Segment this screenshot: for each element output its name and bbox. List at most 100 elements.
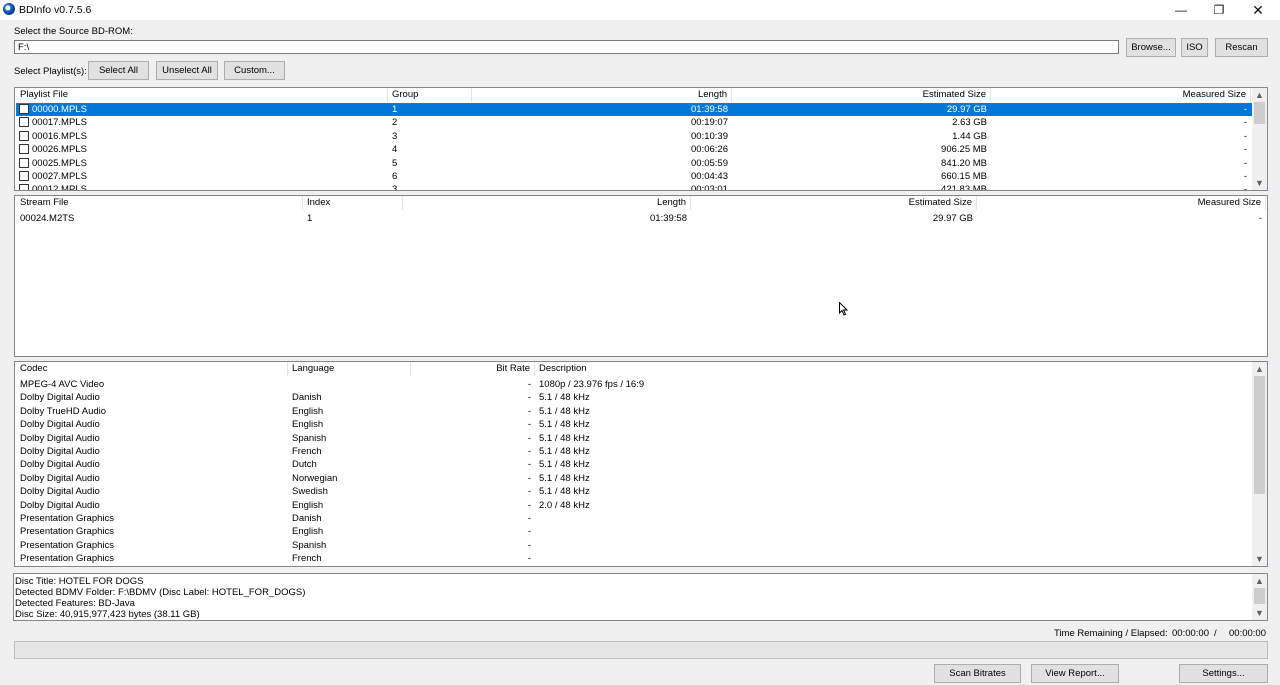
codec-row[interactable]: Dolby TrueHD Audio English -5.1 / 48 kHz [16,405,1252,418]
codec-name: Dolby Digital Audio [20,446,100,457]
playlist-checkbox[interactable] [19,130,29,141]
playlist-checkbox[interactable] [19,144,29,155]
codec-row[interactable]: Dolby Digital Audio Spanish -5.1 / 48 kHz [16,432,1252,445]
codec-name: Dolby Digital Audio [20,499,100,511]
codec-language: French [292,446,322,457]
codec-language: Spanish [292,432,327,444]
codec-name: Dolby Digital Audio [20,472,100,484]
view-report-button[interactable]: View Report... [1031,664,1119,683]
codec-row[interactable]: Presentation Graphics Danish - [16,512,1252,525]
minimize-icon[interactable]: — [1162,0,1200,20]
codec-name: Dolby Digital Audio [20,432,100,444]
scroll-thumb[interactable] [1254,376,1265,494]
col-stream-length[interactable]: Length [403,196,691,210]
settings-button[interactable]: Settings... [1179,664,1268,683]
codec-row[interactable]: Dolby Digital Audio Swedish -5.1 / 48 kHz [16,485,1252,498]
codec-description: 5.1 / 48 kHz [539,419,590,431]
codec-name: Dolby Digital Audio [20,459,100,471]
stream-row[interactable]: 00024.M2TS 1 01:39:58 29.97 GB - [16,212,1266,225]
scroll-up-icon[interactable]: ▲ [1252,574,1267,588]
codec-language: Danish [292,513,322,524]
select-all-button[interactable]: Select All [88,61,149,80]
codec-row[interactable]: Dolby Digital Audio English -2.0 / 48 kHz [16,499,1252,512]
playlist-row[interactable]: 00000.MPLS 1 01:39:58 29.97 GB - [16,103,1252,117]
scroll-down-icon[interactable]: ▼ [1252,552,1267,566]
iso-button[interactable]: ISO [1181,38,1208,57]
playlist-estimated-size: 841.20 MB [941,157,987,169]
restore-icon[interactable]: ❐ [1200,0,1238,20]
codec-description: 5.1 / 48 kHz [539,446,590,457]
playlist-table[interactable]: Playlist File Group Length Estimated Siz… [14,87,1268,191]
playlist-length: 00:06:26 [691,144,728,156]
col-length[interactable]: Length [472,88,732,102]
codec-row[interactable]: Dolby Digital Audio Danish -5.1 / 48 kHz [16,391,1252,404]
col-index[interactable]: Index [303,196,403,210]
col-stream-estimated-size[interactable]: Estimated Size [691,196,977,210]
col-stream-measured-size[interactable]: Measured Size [977,196,1266,210]
codec-row[interactable]: Presentation Graphics English - [16,525,1252,538]
scroll-thumb[interactable] [1254,588,1265,604]
playlist-file-cell: 00000.MPLS [19,103,389,116]
stream-table[interactable]: Stream File Index Length Estimated Size … [14,195,1268,357]
scroll-up-icon[interactable]: ▲ [1252,362,1267,376]
codec-language: French [292,553,322,565]
codec-scrollbar[interactable]: ▲ ▼ [1252,362,1267,566]
codec-row[interactable]: Dolby Digital Audio English -5.1 / 48 kHz [16,418,1252,431]
scroll-thumb[interactable] [1254,102,1265,124]
playlist-group: 3 [392,184,398,191]
codec-bit-rate: - [527,539,531,551]
scroll-up-icon[interactable]: ▲ [1252,88,1267,102]
rescan-button[interactable]: Rescan [1215,38,1268,57]
playlist-file-cell: 00026.MPLS [19,143,389,156]
col-playlist-file[interactable]: Playlist File [16,88,388,102]
codec-row[interactable]: Dolby Digital Audio Dutch -5.1 / 48 kHz [16,458,1252,471]
codec-row[interactable]: Presentation Graphics Spanish - [16,539,1252,552]
codec-row[interactable]: Dolby Digital Audio French -5.1 / 48 kHz [16,445,1252,458]
browse-button[interactable]: Browse... [1126,38,1176,57]
playlist-row[interactable]: 00026.MPLS 4 00:06:26 906.25 MB - [16,143,1252,156]
source-path-input[interactable]: F:\ [14,40,1119,54]
playlist-checkbox[interactable] [19,171,29,181]
playlist-checkbox[interactable] [19,157,29,168]
playlist-row[interactable]: 00016.MPLS 3 00:10:39 1.44 GB - [16,130,1252,143]
codec-row[interactable]: MPEG-4 AVC Video -1080p / 23.976 fps / 16… [16,378,1252,391]
codec-bit-rate: - [527,459,531,471]
col-description[interactable]: Description [535,362,1251,376]
close-icon[interactable]: ✕ [1239,0,1277,20]
playlist-scrollbar[interactable]: ▲ ▼ [1252,88,1267,190]
scroll-down-icon[interactable]: ▼ [1252,176,1267,190]
codec-language: English [292,419,324,431]
codec-table[interactable]: Codec Language Bit Rate Description MPEG… [14,361,1268,567]
playlist-row[interactable]: 00017.MPLS 2 00:19:07 2.63 GB - [16,116,1252,129]
playlist-checkbox[interactable] [19,104,29,114]
disc-info-line: Detected Features: BD-Java [15,598,135,609]
codec-description: 5.1 / 48 kHz [539,432,590,444]
col-codec[interactable]: Codec [16,362,288,376]
playlist-row[interactable]: 00027.MPLS 6 00:04:43 660.15 MB - [16,170,1252,183]
col-estimated-size[interactable]: Estimated Size [732,88,991,102]
col-stream-file[interactable]: Stream File [16,196,303,210]
info-scrollbar[interactable]: ▲ ▼ [1252,574,1267,620]
codec-language: English [292,526,324,538]
playlist-measured-size: - [1243,171,1247,182]
playlist-checkbox[interactable] [19,117,29,128]
custom-button[interactable]: Custom... [224,61,285,80]
playlist-group: 6 [392,171,398,182]
disc-info-textarea[interactable]: Disc Title: HOTEL FOR DOGS Detected BDMV … [13,573,1268,621]
playlist-file-name: 00012.MPLS [32,184,87,191]
codec-bit-rate: - [527,446,531,457]
codec-row[interactable]: Dolby Digital Audio Norwegian -5.1 / 48 kH… [16,472,1252,485]
scan-bitrates-button[interactable]: Scan Bitrates [934,664,1021,683]
playlist-file-name: 00027.MPLS [32,171,87,182]
playlist-row[interactable]: 00025.MPLS 5 00:05:59 841.20 MB - [16,157,1252,170]
unselect-all-button[interactable]: Unselect All [156,61,218,80]
scroll-down-icon[interactable]: ▼ [1252,606,1267,620]
playlist-estimated-size: 660.15 MB [941,171,987,182]
col-bit-rate[interactable]: Bit Rate [411,362,535,376]
col-language[interactable]: Language [288,362,411,376]
playlist-row[interactable]: 00012.MPLS 3 00:03:01 421.83 MB - [16,183,1252,191]
col-group[interactable]: Group [388,88,472,102]
playlist-checkbox[interactable] [19,184,29,190]
col-measured-size[interactable]: Measured Size [991,88,1251,102]
codec-row[interactable]: Presentation Graphics French - [16,552,1252,565]
